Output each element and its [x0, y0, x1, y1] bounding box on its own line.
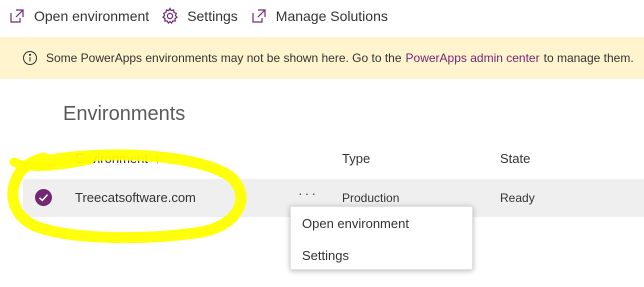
- banner-text: Some PowerApps environments may not be s…: [46, 51, 402, 65]
- manage-solutions-button[interactable]: Manage Solutions: [250, 0, 388, 32]
- manage-solutions-label: Manage Solutions: [275, 8, 388, 24]
- page-title: Environments: [63, 103, 186, 125]
- context-menu: Open environment Settings: [290, 206, 473, 270]
- selected-check-icon[interactable]: [35, 189, 52, 206]
- admin-center-link[interactable]: PowerApps admin center: [406, 51, 540, 65]
- info-icon: [23, 51, 37, 65]
- open-environment-label: Open environment: [34, 8, 150, 24]
- open-external-icon: [10, 9, 24, 23]
- info-banner: Some PowerApps environments may not be s…: [0, 37, 644, 79]
- settings-button[interactable]: Settings: [161, 0, 238, 32]
- open-environment-button[interactable]: Open environment: [8, 0, 149, 32]
- more-options-icon[interactable]: ···: [298, 185, 318, 201]
- open-external-icon: [252, 9, 266, 23]
- column-header-environment[interactable]: Environment ↑: [75, 151, 160, 166]
- settings-label: Settings: [187, 8, 238, 24]
- environment-name[interactable]: Treecatsoftware.com: [75, 190, 196, 205]
- menu-item-settings[interactable]: Settings: [291, 239, 472, 271]
- gear-icon: [162, 7, 179, 25]
- column-header-state[interactable]: State: [500, 151, 530, 166]
- menu-item-open-environment[interactable]: Open environment: [291, 207, 472, 239]
- environment-state: Ready: [500, 191, 535, 205]
- environment-type: Production: [342, 191, 400, 205]
- sort-ascending-icon: ↑: [153, 151, 161, 166]
- banner-text-end: to manage them.: [543, 51, 634, 65]
- column-header-type[interactable]: Type: [342, 151, 370, 166]
- command-bar: Open environment Settings Manage Solutio…: [0, 0, 644, 32]
- column-header-environment-label: Environment: [75, 151, 148, 166]
